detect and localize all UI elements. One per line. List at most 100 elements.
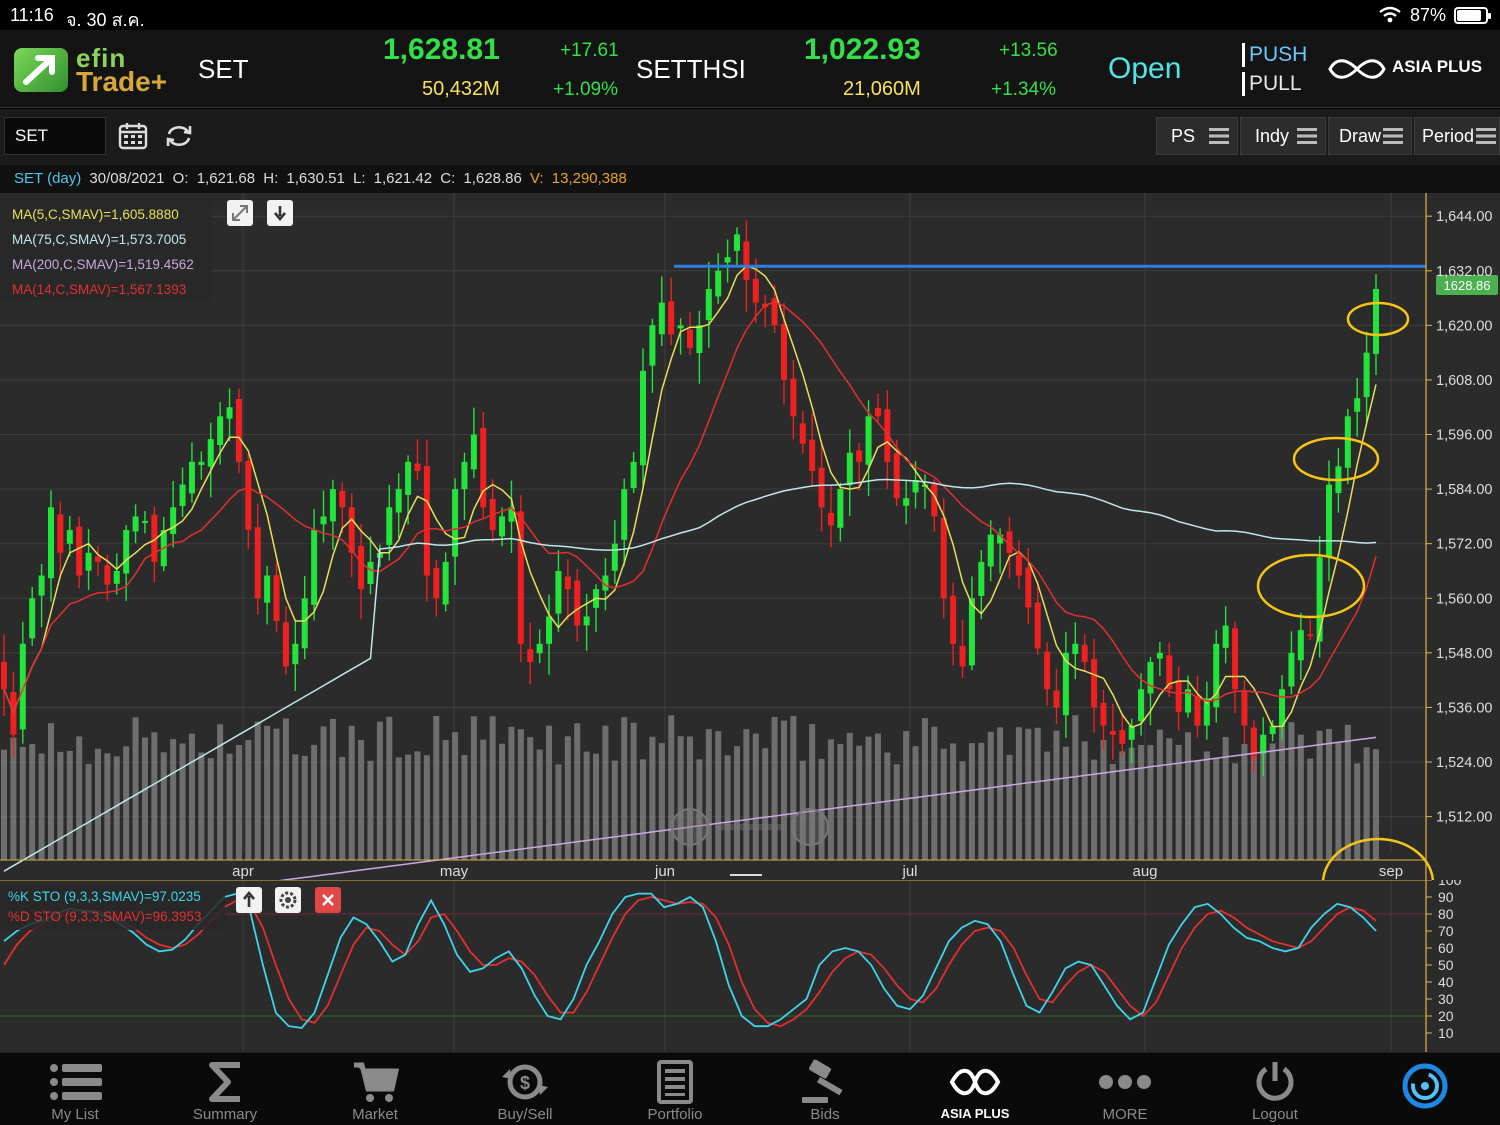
broker-name: ASIA PLUS <box>1392 57 1483 76</box>
candle-body <box>968 598 975 666</box>
arrow-up-icon[interactable] <box>236 887 262 913</box>
candle-body <box>987 534 994 567</box>
volume-bar <box>527 737 534 860</box>
status-right: 87% <box>1378 4 1491 26</box>
nav-bids[interactable]: Bids <box>750 1053 900 1125</box>
close-icon[interactable] <box>315 887 341 913</box>
volume-bar <box>1100 739 1107 860</box>
nav-market[interactable]: Market <box>300 1053 450 1125</box>
period-button[interactable]: Period <box>1414 117 1500 155</box>
volume-bar <box>715 731 722 860</box>
candle-body <box>856 450 863 462</box>
volume-bar <box>395 757 402 860</box>
nav-logout[interactable]: Logout <box>1200 1053 1350 1125</box>
price-tick-label: 1,632.00 <box>1436 264 1492 280</box>
symbol-input[interactable] <box>4 117 106 155</box>
volume-bar <box>762 748 769 860</box>
volume-bar <box>865 736 872 860</box>
volume-bar <box>452 732 459 860</box>
candle-body <box>301 598 308 649</box>
candle-body <box>621 489 628 540</box>
candle-body <box>452 489 459 557</box>
sto-tick-label: 100 <box>1438 880 1462 888</box>
nav-refresh-app[interactable] <box>1350 1053 1500 1125</box>
nav-portfolio[interactable]: Portfolio <box>600 1053 750 1125</box>
volume-bar <box>226 753 233 860</box>
nav-label: MORE <box>1102 1106 1148 1123</box>
ma-line <box>3 301 1377 714</box>
candle-body <box>640 370 647 466</box>
candle-body <box>395 489 402 513</box>
price-chart[interactable]: 1628.86 1,644.00 1,632.00 1,620.00 1,608.00… <box>0 193 1500 929</box>
nav-summary[interactable]: Summary <box>150 1053 300 1125</box>
gear-icon[interactable] <box>275 887 301 913</box>
efin-logo-icon <box>14 48 68 92</box>
nav-my-list[interactable]: My List <box>0 1053 150 1125</box>
volume-bar <box>433 715 440 860</box>
candle-body <box>358 546 365 590</box>
candle-body <box>1119 730 1126 744</box>
ps-button[interactable]: PS <box>1156 117 1238 155</box>
candle-body <box>564 576 571 590</box>
volume-bar <box>1326 728 1333 860</box>
volume-bar <box>358 739 365 860</box>
candle-body <box>1372 288 1380 354</box>
volume-bar <box>1363 747 1370 860</box>
candle-body <box>1354 398 1361 412</box>
volume-bar <box>950 743 957 860</box>
index-name-setthsi[interactable]: SETTHSI <box>636 54 746 85</box>
stochastic-chart[interactable]: 100 90 80 70 60 50 40 30 20 10 <box>0 872 1500 1052</box>
expand-icon[interactable] <box>227 200 253 226</box>
index-name-set[interactable]: SET <box>198 54 249 85</box>
volume-bar <box>602 725 609 860</box>
candle-body <box>1326 484 1333 557</box>
volume-bar <box>837 743 844 860</box>
volume-bar <box>19 746 26 860</box>
zoom-button[interactable] <box>791 808 829 846</box>
pull-toggle[interactable]: PULL <box>1242 72 1302 96</box>
stochastic-chart-svg[interactable]: 100908070605040302010 <box>0 872 1500 1052</box>
sigma-icon <box>209 1062 240 1102</box>
volume-bar <box>499 743 506 860</box>
volume-bar <box>1006 754 1013 860</box>
nav-label: Logout <box>1252 1106 1298 1123</box>
index-header: efin Trade+ SET 1,628.81 50,432M +17.61 … <box>0 30 1500 108</box>
candle-body <box>414 463 421 471</box>
volume-bar <box>1241 744 1248 860</box>
volume-bar <box>301 755 308 860</box>
candle-body <box>1222 625 1229 648</box>
price-chart-svg[interactable]: 1628.86 1,644.00 1,632.00 1,620.00 1,608.00… <box>0 193 1500 929</box>
candle-body <box>790 378 797 417</box>
ma-legend: MA(5,C,SMAV)=1,605.8880 MA(75,C,SMAV)=1,… <box>0 200 212 302</box>
nav-more[interactable]: MORE <box>1050 1053 1200 1125</box>
candle-body <box>743 241 750 280</box>
portfolio-icon <box>657 1060 693 1104</box>
volume-bar <box>968 743 975 860</box>
close-label: C: <box>440 170 456 187</box>
volume-bar <box>536 749 543 860</box>
nav-buy-sell[interactable]: $ Buy/Sell <box>450 1053 600 1125</box>
volume-bar <box>1185 732 1192 860</box>
index-pct-change-set: +1.09% <box>553 79 618 100</box>
draw-button[interactable]: Draw <box>1328 117 1412 155</box>
price-grid <box>0 193 1426 853</box>
push-toggle[interactable]: PUSH <box>1242 43 1307 67</box>
indy-button[interactable]: Indy <box>1240 117 1326 155</box>
volume-bar <box>273 728 280 860</box>
candle-body <box>865 416 872 465</box>
candle-body <box>0 661 8 690</box>
volume-bar <box>1147 745 1154 860</box>
volume-bar <box>132 717 139 860</box>
refresh-icon[interactable] <box>164 122 194 150</box>
menu-icon <box>1297 128 1317 144</box>
nav-label: ASIA PLUS <box>940 1106 1010 1121</box>
zoom-button[interactable] <box>671 808 709 846</box>
volume-bar <box>1279 727 1286 860</box>
arrow-down-icon[interactable] <box>267 200 293 226</box>
sto-tick-label: 30 <box>1438 991 1454 1007</box>
chart-title: SET (day) <box>14 170 82 187</box>
nav-asia-plus[interactable]: ASIA PLUS <box>900 1053 1050 1125</box>
candle-body <box>959 645 966 667</box>
calendar-icon[interactable] <box>118 122 148 150</box>
volume-bar <box>555 764 562 860</box>
